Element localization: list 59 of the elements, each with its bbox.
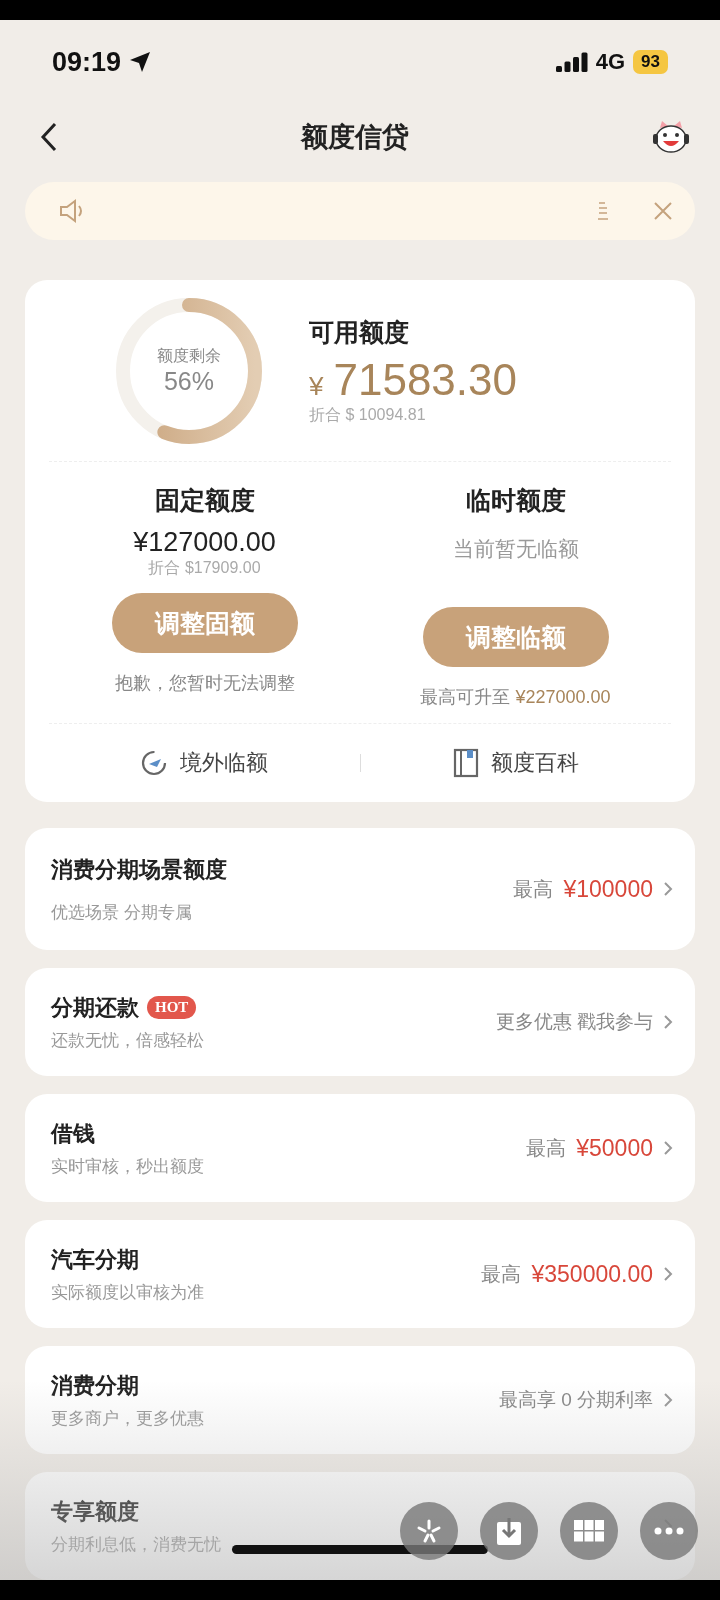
network-type: 4G (595, 49, 626, 75)
product-card[interactable]: 分期还款 HOT 还款无忧，倍感轻松 更多优惠 戳我参与 (25, 968, 695, 1076)
quick-link[interactable]: 境外临额 (49, 747, 360, 779)
available-label: 可用额度 (309, 316, 409, 348)
back-icon[interactable] (40, 122, 58, 152)
quota-amount: ¥127000.00 (133, 527, 276, 558)
quota-note: 最高可升至 ¥227000.00 (420, 686, 611, 709)
product-card[interactable]: 消费分期场景额度 优选场景 分期专属 最高 ¥100000 (25, 828, 695, 950)
quota-empty-text: 当前暂无临额 (452, 536, 579, 562)
max-amount: ¥50000 (576, 1134, 653, 1162)
product-title: 借钱 (51, 1119, 95, 1148)
clock-time: 09:19 (52, 46, 122, 78)
product-title: 专享额度 (51, 1497, 139, 1526)
download-icon (496, 1516, 522, 1546)
product-title: 分期还款 (51, 993, 139, 1022)
product-note: 最高享 0 分期利率 (498, 1388, 653, 1412)
amount-prefix: 最高 (481, 1261, 522, 1287)
available-amount: 71583.30 (333, 354, 517, 405)
product-subtitle: 更多商户，更多优惠 (51, 1407, 204, 1430)
product-note: 更多优惠 戳我参与 (495, 1010, 653, 1034)
book-icon (452, 748, 479, 778)
page-title: 额度信贷 (301, 121, 409, 154)
product-title: 消费分期 (51, 1371, 139, 1400)
more-icon (654, 1527, 684, 1535)
grid-icon (574, 1520, 604, 1542)
chevron-right-icon (663, 1014, 673, 1030)
quota-note: 抱歉，您暂时无法调整 (114, 672, 295, 695)
chevron-right-icon (663, 1140, 673, 1156)
product-card[interactable]: 汽车分期 实际额度以审核为准 最高 ¥350000.00 (25, 1220, 695, 1328)
quota-title: 临时额度 (465, 485, 566, 516)
plane-icon (140, 749, 169, 777)
currency-sign: ¥ (309, 370, 324, 402)
ring-percent: 56% (163, 366, 214, 396)
quota-title: 固定额度 (154, 485, 255, 516)
product-card[interactable]: 借钱 实时审核，秒出额度 最高 ¥50000 (25, 1094, 695, 1202)
product-title: 消费分期场景额度 (51, 855, 227, 884)
mascot-icon[interactable] (652, 120, 690, 154)
converted-amount: 折合 $17909.00 (148, 558, 261, 578)
sparkle-icon (416, 1518, 442, 1544)
ring-label: 额度剩余 (157, 345, 221, 366)
location-arrow-icon (129, 51, 152, 73)
quick-link[interactable]: 额度百科 (360, 747, 671, 779)
max-amount: ¥350000.00 (531, 1260, 653, 1288)
amount-prefix: 最高 (513, 876, 554, 902)
battery-level: 93 (633, 50, 668, 74)
max-amount: ¥100000 (563, 875, 653, 903)
product-subtitle: 还款无忧，倍感轻松 (51, 1029, 204, 1052)
chevron-right-icon (663, 881, 673, 897)
product-card[interactable]: 消费分期 更多商户，更多优惠 最高享 0 分期利率 (25, 1346, 695, 1454)
converted-amount: 折合 $ 10094.81 (309, 404, 426, 425)
product-subtitle: 实际额度以审核为准 (51, 1281, 204, 1304)
product-subtitle: 实时审核，秒出额度 (51, 1155, 204, 1178)
product-subtitle: 优选场景 分期专属 (51, 901, 192, 924)
signal-icon (555, 52, 588, 72)
amount-prefix: 最高 (526, 1135, 567, 1161)
hot-badge: HOT (147, 996, 197, 1019)
chevron-right-icon (663, 1392, 673, 1408)
product-title: 汽车分期 (51, 1245, 139, 1274)
chevron-right-icon (663, 1266, 673, 1282)
